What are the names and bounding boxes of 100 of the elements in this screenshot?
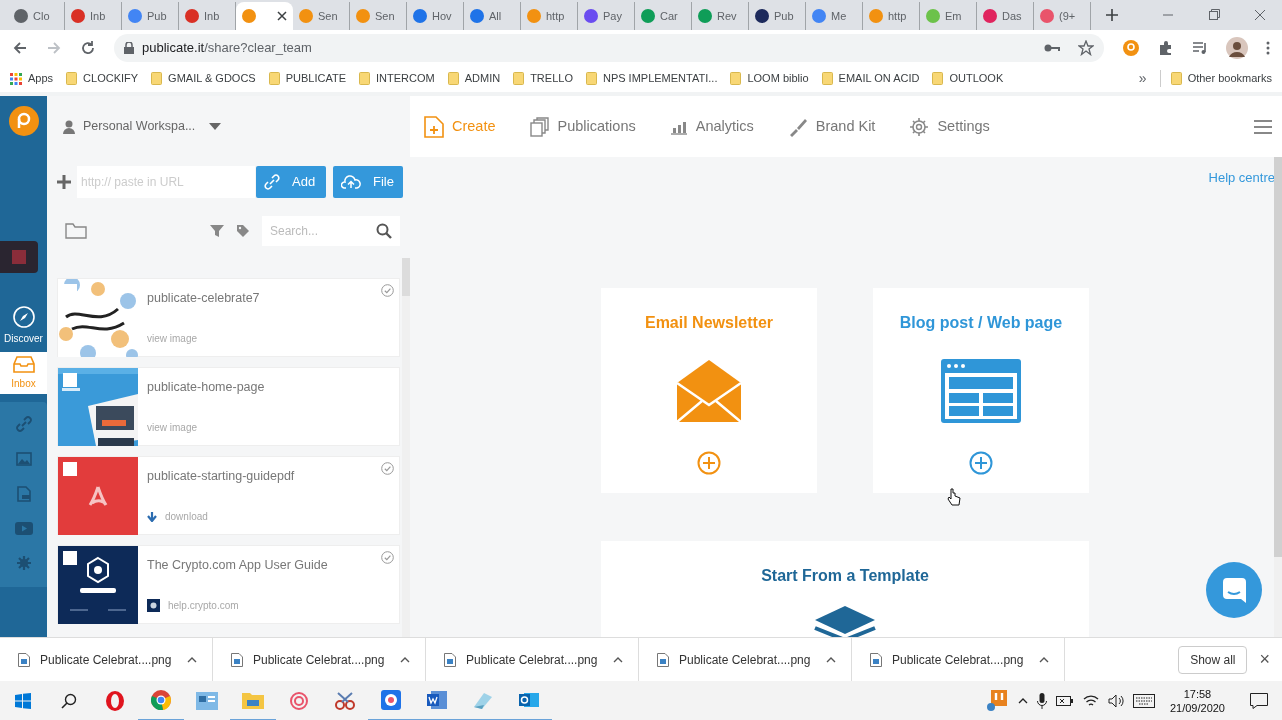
favicon-icon	[299, 9, 313, 23]
folder-icon[interactable]	[65, 223, 87, 239]
outlook-icon[interactable]	[519, 690, 539, 710]
bookmark[interactable]: CLOCKIFY	[66, 70, 139, 87]
inbox-item-card[interactable]: The Crypto.com App User Guide help.crypto.com	[57, 545, 400, 624]
new-tab-icon[interactable]	[1105, 8, 1119, 22]
favicon-icon	[14, 9, 28, 23]
media-icon[interactable]	[1192, 40, 1208, 55]
extension-icon[interactable]	[1122, 38, 1140, 57]
add-button[interactable]: Add	[256, 166, 326, 198]
more-bookmarks-button[interactable]: »	[1138, 68, 1147, 89]
bookmark[interactable]: Apps	[10, 70, 54, 87]
workspace-selector[interactable]: Personal Workspa...	[47, 96, 410, 157]
bookmark[interactable]: PUBLICATE	[268, 70, 346, 87]
reload-icon[interactable]	[80, 39, 96, 56]
inbox-item-card[interactable]: publicate-celebrate7 view image	[57, 278, 400, 357]
tray-app-icon[interactable]	[986, 690, 1009, 712]
chat-icon[interactable]	[1206, 562, 1262, 618]
clock-date[interactable]: 21/09/2020	[1169, 701, 1225, 715]
inbox-item-card[interactable]: publicate-starting-guidepdf download	[57, 456, 400, 535]
close-button[interactable]: ×	[1259, 646, 1270, 673]
check-circle-icon[interactable]	[381, 462, 394, 475]
volume-icon[interactable]	[1107, 694, 1124, 708]
card-title: Blog post / Web page	[899, 312, 1063, 333]
item-link[interactable]: view image	[147, 420, 198, 435]
rail-item[interactable]: Discover	[0, 305, 47, 347]
item-link[interactable]: download	[165, 509, 208, 524]
plus-icon[interactable]	[57, 175, 71, 189]
bookmark[interactable]: GMAIL & GDOCS	[151, 70, 256, 87]
notifications-icon[interactable]	[1250, 693, 1268, 709]
nav-tab[interactable]: Settings	[909, 115, 990, 138]
bookmark[interactable]: NPS IMPLEMENTATI...	[585, 70, 718, 87]
microphone-icon[interactable]	[1036, 693, 1047, 709]
search-icon[interactable]	[61, 693, 77, 709]
search-button[interactable]	[368, 216, 400, 246]
search-field[interactable]: Search...	[262, 216, 368, 246]
rail-item[interactable]: Inbox	[0, 352, 47, 394]
create-card[interactable]: Blog post / Web page	[873, 287, 1089, 493]
bookmark[interactable]: TRELLO	[513, 70, 573, 87]
notepad-icon[interactable]	[472, 691, 494, 709]
wifi-icon[interactable]	[1082, 694, 1099, 708]
item-link[interactable]: help.crypto.com	[168, 598, 239, 613]
nav-tab[interactable]: Brand Kit	[787, 115, 876, 138]
inbox-item-card[interactable]: publicate-home-page view image	[57, 367, 400, 446]
search-icon	[376, 223, 392, 239]
browser-window-icon	[941, 358, 1021, 423]
nav-tab[interactable]: Analytics	[669, 115, 754, 138]
favicon-icon	[71, 9, 85, 23]
add-circle-icon[interactable]	[969, 450, 993, 475]
folder-icon	[585, 72, 597, 85]
clock-time[interactable]: 17:58	[1183, 687, 1212, 701]
app-icon[interactable]	[289, 691, 309, 711]
bookmark[interactable]: ADMIN	[447, 70, 501, 87]
item-title: publicate-home-page	[147, 379, 265, 396]
show-all-button[interactable]: Show all	[1178, 645, 1248, 674]
nav-tab[interactable]: Publications	[529, 115, 636, 138]
bookmark[interactable]: OUTLOOK	[932, 70, 1004, 87]
avatar-icon[interactable]	[1226, 36, 1248, 59]
select-checkbox[interactable]	[63, 551, 77, 565]
filter-icon[interactable]	[210, 224, 224, 238]
check-circle-icon[interactable]	[381, 284, 394, 297]
app-icon[interactable]	[381, 690, 401, 710]
bookmark[interactable]: Other bookmarks	[1159, 70, 1272, 87]
star-icon[interactable]	[1078, 39, 1094, 56]
item-link[interactable]: view image	[147, 331, 198, 346]
add-circle-icon[interactable]	[697, 450, 721, 475]
chrome-icon[interactable]	[151, 690, 171, 710]
keyboard-icon[interactable]	[1132, 694, 1155, 708]
puzzle-icon[interactable]	[1158, 39, 1174, 56]
folder-icon[interactable]	[242, 691, 264, 709]
caret-icon[interactable]	[1017, 698, 1028, 704]
template-card[interactable]: Start From a Template	[601, 540, 1089, 637]
bookmark[interactable]: EMAIL ON ACID	[821, 70, 920, 87]
caret-icon	[187, 656, 198, 663]
bookmark[interactable]: LOOM biblio	[730, 70, 809, 87]
menu-icon[interactable]	[1254, 119, 1272, 134]
help-link[interactable]: Help centre	[1208, 168, 1275, 188]
select-checkbox[interactable]	[63, 373, 77, 387]
menu-icon[interactable]	[1266, 40, 1270, 55]
url-text: publicate.it/share?clear_team	[142, 38, 312, 57]
select-checkbox[interactable]	[63, 462, 77, 476]
tag-icon[interactable]	[236, 224, 250, 238]
opera-icon[interactable]	[105, 690, 125, 712]
battery-icon[interactable]	[1055, 694, 1074, 708]
restore-icon[interactable]	[1208, 9, 1220, 21]
back-icon[interactable]	[12, 39, 28, 56]
file-icon	[231, 652, 243, 667]
logo-icon[interactable]	[8, 106, 39, 136]
check-circle-icon[interactable]	[381, 551, 394, 564]
file-button[interactable]: File	[333, 166, 403, 198]
scissors-icon[interactable]	[334, 691, 356, 711]
key-icon[interactable]	[1044, 42, 1060, 53]
windows-start-icon[interactable]	[15, 693, 31, 709]
address-bar[interactable]: publicate.it/share?clear_team	[114, 33, 1104, 62]
favicon-icon	[128, 9, 142, 23]
app-icon[interactable]	[196, 692, 218, 710]
bookmark[interactable]: INTERCOM	[359, 70, 435, 87]
word-icon[interactable]	[427, 690, 447, 710]
close-icon[interactable]	[1254, 9, 1266, 21]
close-icon[interactable]	[277, 11, 287, 21]
